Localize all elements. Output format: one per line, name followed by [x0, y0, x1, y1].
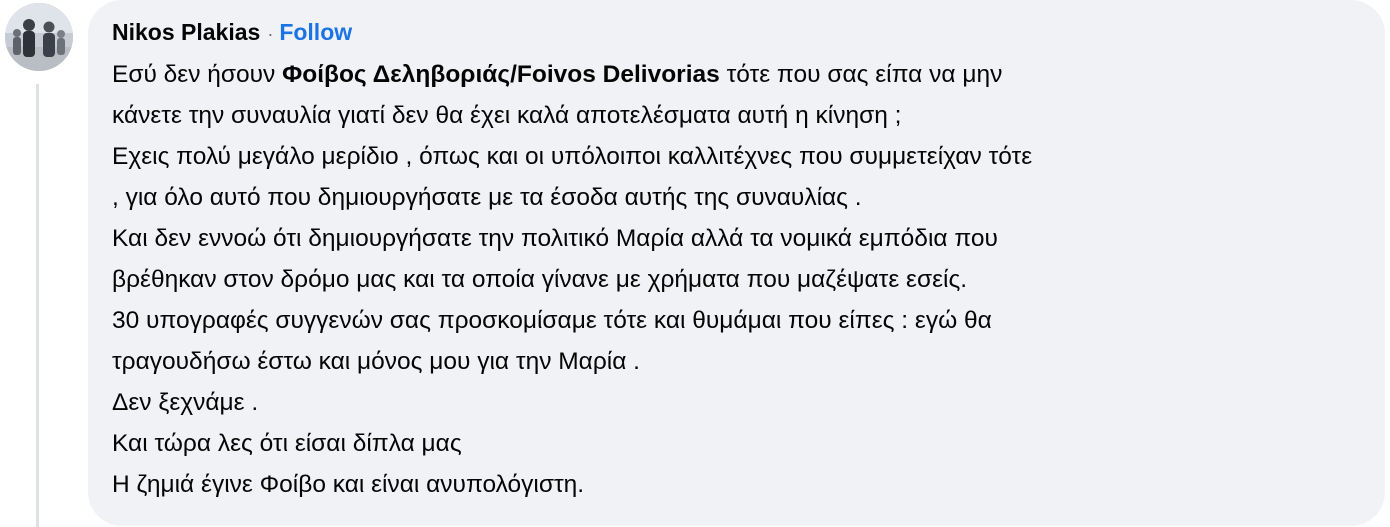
comment-bubble: Nikos Plakias · Follow Εσύ δεν ήσουν Φοί…: [88, 0, 1385, 526]
comment-line: Δεν ξεχνάμε .: [112, 389, 259, 416]
mention-link[interactable]: Φοίβος Δεληβοριάς/Foivos Delivorias: [282, 61, 720, 88]
author-name-link[interactable]: Nikos Plakias: [112, 19, 260, 46]
comment-line: τραγουδήσω έστω και μόνος μου για την Μα…: [112, 348, 640, 375]
comment-line: , για όλο αυτό που δημιουργήσατε με τα έ…: [112, 184, 862, 211]
comment-line: Η ζημιά έγινε Φοίβο και είναι ανυπολόγισ…: [112, 471, 585, 498]
comment-header: Nikos Plakias · Follow: [112, 16, 1361, 48]
avatar[interactable]: [5, 3, 73, 71]
comment-text-segment: Εσύ δεν ήσουν: [112, 61, 283, 88]
comment-text-segment: τότε που σας είπα να μην: [719, 61, 1003, 88]
comment-line: 30 υπογραφές συγγενών σας προσκομίσαμε τ…: [112, 307, 992, 334]
comment-line: Και δεν εννοώ ότι δημιουργήσατε την πολι…: [112, 225, 998, 252]
comment-line: Εχεις πολύ μεγάλο μερίδιο , όπως και οι …: [112, 143, 1033, 170]
comment-line: Και τώρα λες ότι είσαι δίπλα μας: [112, 430, 462, 457]
reply-thread-line: [36, 84, 39, 527]
comment-container: Nikos Plakias · Follow Εσύ δεν ήσουν Φοί…: [0, 0, 1390, 527]
comment-line: Εσύ δεν ήσουν Φοίβος Δεληβοριάς/Foivos D…: [112, 54, 1361, 95]
separator-dot: ·: [267, 23, 274, 44]
avatar-photo-icon: [5, 3, 73, 71]
comment-line: κάνετε την συναυλία γιατί δεν θα έχει κα…: [112, 102, 902, 129]
comment-body: Εσύ δεν ήσουν Φοίβος Δεληβοριάς/Foivos D…: [112, 54, 1361, 505]
follow-button[interactable]: Follow: [279, 19, 352, 46]
comment-line: βρέθηκαν στον δρόμο μας και τα οποία γίν…: [112, 266, 968, 293]
